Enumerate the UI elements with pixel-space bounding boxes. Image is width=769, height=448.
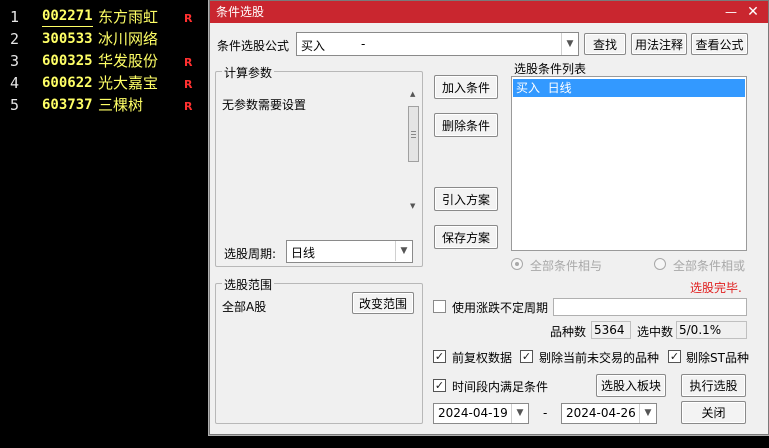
forward-adjust-label: 前复权数据	[452, 351, 513, 365]
stock-code: 603737	[42, 97, 93, 113]
period-select[interactable]: 日线 ▼	[286, 240, 413, 263]
stock-screener-dialog: 条件选股 — ✕ 条件选股公式 买入 - ▼ 查找 用法注释 查看公式 计算参数…	[209, 0, 769, 435]
stock-code: 600325	[42, 53, 93, 69]
scroll-up-icon[interactable]: ▲	[410, 90, 415, 98]
change-scope-button[interactable]: 改变范围	[352, 292, 414, 314]
or-label: 全部条件相或	[673, 259, 746, 273]
and-radio[interactable]	[511, 258, 523, 270]
or-radio[interactable]	[654, 258, 666, 270]
partial-header-row	[0, 0, 210, 2]
stock-name: 光大嘉宝	[98, 74, 159, 92]
exclude-st-label: 剔除ST品种	[686, 351, 749, 365]
forward-adjust-checkbox[interactable]: ✓	[433, 350, 446, 363]
row-index: 2	[10, 30, 20, 48]
stock-name: 三棵树	[98, 96, 144, 114]
row-index: 5	[10, 96, 20, 114]
variable-period-input[interactable]	[553, 298, 747, 316]
date-separator: -	[543, 406, 548, 420]
scroll-down-icon[interactable]: ▼	[410, 202, 415, 210]
stock-code: 002271	[42, 6, 93, 27]
condition-list[interactable]: 买入 日线	[511, 76, 747, 251]
scope-value: 全部A股	[222, 300, 267, 314]
condition-list-title: 选股条件列表	[514, 62, 587, 76]
chevron-down-icon[interactable]: ▼	[561, 33, 578, 55]
save-plan-button[interactable]: 保存方案	[434, 225, 498, 249]
financing-flag: R	[184, 56, 193, 69]
exclude-untraded-label: 剔除当前未交易的品种	[539, 351, 660, 365]
stock-count-label: 品种数	[550, 325, 587, 339]
stock-list: 1 002271 东方雨虹 R 2 300533 冰川网络 3 600325 华…	[0, 0, 210, 448]
stock-row[interactable]: 4 600622 光大嘉宝 R	[0, 72, 210, 94]
execute-button[interactable]: 执行选股	[681, 374, 746, 397]
financing-flag: R	[184, 100, 193, 113]
import-plan-button[interactable]: 引入方案	[434, 187, 498, 211]
params-group: 计算参数 无参数需要设置 ▲ ▼ 选股周期: 日线 ▼	[215, 64, 423, 267]
end-date-value: 2024-04-26	[566, 406, 636, 420]
no-params-message: 无参数需要设置	[222, 98, 307, 112]
exclude-untraded-checkbox[interactable]: ✓	[520, 350, 533, 363]
formula-value-suffix: -	[361, 37, 366, 51]
stock-code: 300533	[42, 31, 93, 47]
stock-name: 东方雨虹	[98, 8, 159, 26]
end-date-picker[interactable]: 2024-04-26 ▼	[561, 403, 657, 424]
start-date-picker[interactable]: 2024-04-19 ▼	[433, 403, 529, 424]
scrollbar-thumb[interactable]	[408, 106, 419, 162]
formula-select[interactable]: 买入 - ▼	[296, 32, 579, 56]
formula-value: 买入	[301, 39, 326, 53]
start-date-value: 2024-04-19	[438, 406, 508, 420]
financing-flag: R	[184, 12, 193, 25]
row-index: 3	[10, 52, 20, 70]
params-scrollbar[interactable]: ▲ ▼	[407, 90, 421, 214]
delete-condition-button[interactable]: 删除条件	[434, 113, 498, 137]
stock-name: 冰川网络	[98, 30, 159, 48]
close-button[interactable]: 关闭	[681, 401, 746, 424]
select-to-block-button[interactable]: 选股入板块	[596, 374, 666, 397]
chevron-down-icon[interactable]: ▼	[395, 241, 412, 261]
period-label: 选股周期:	[224, 247, 277, 261]
title-bar[interactable]: 条件选股 — ✕	[210, 1, 768, 23]
chevron-down-icon[interactable]: ▼	[639, 404, 656, 423]
chevron-down-icon[interactable]: ▼	[511, 404, 528, 423]
formula-label: 条件选股公式	[217, 39, 290, 53]
stock-row[interactable]: 3 600325 华发股份 R	[0, 50, 210, 72]
row-index: 4	[10, 74, 20, 92]
stock-row[interactable]: 1 002271 东方雨虹 R	[0, 6, 210, 28]
params-group-title: 计算参数	[222, 64, 275, 81]
variable-period-checkbox[interactable]	[433, 300, 446, 313]
find-button[interactable]: 查找	[584, 33, 626, 55]
period-value: 日线	[291, 246, 316, 260]
stock-row[interactable]: 2 300533 冰川网络	[0, 28, 210, 50]
close-icon[interactable]: ✕	[742, 1, 764, 23]
and-label: 全部条件相与	[530, 259, 603, 273]
status-text: 选股完毕.	[690, 281, 742, 295]
view-formula-button[interactable]: 查看公式	[691, 33, 748, 55]
selected-count-label: 选中数	[637, 325, 674, 339]
scope-group-title: 选股范围	[222, 276, 275, 293]
stock-code: 600622	[42, 75, 93, 91]
variable-period-label: 使用涨跌不定周期	[452, 301, 549, 315]
exclude-st-checkbox[interactable]: ✓	[668, 350, 681, 363]
financing-flag: R	[184, 78, 193, 91]
selected-count-value: 5/0.1%	[676, 321, 747, 339]
condition-list-item[interactable]: 买入 日线	[513, 79, 745, 97]
add-condition-button[interactable]: 加入条件	[434, 75, 498, 99]
stock-row[interactable]: 5 603737 三棵树 R	[0, 94, 210, 116]
dialog-title: 条件选股	[216, 5, 265, 19]
time-range-label: 时间段内满足条件	[452, 380, 549, 394]
usage-notes-button[interactable]: 用法注释	[631, 33, 687, 55]
minimize-button[interactable]: —	[720, 1, 742, 23]
stock-name: 华发股份	[98, 52, 159, 70]
stock-count-value: 5364	[591, 321, 631, 339]
time-range-checkbox[interactable]: ✓	[433, 379, 446, 392]
row-index: 1	[10, 8, 20, 26]
scope-group: 选股范围 全部A股 改变范围	[215, 276, 423, 424]
